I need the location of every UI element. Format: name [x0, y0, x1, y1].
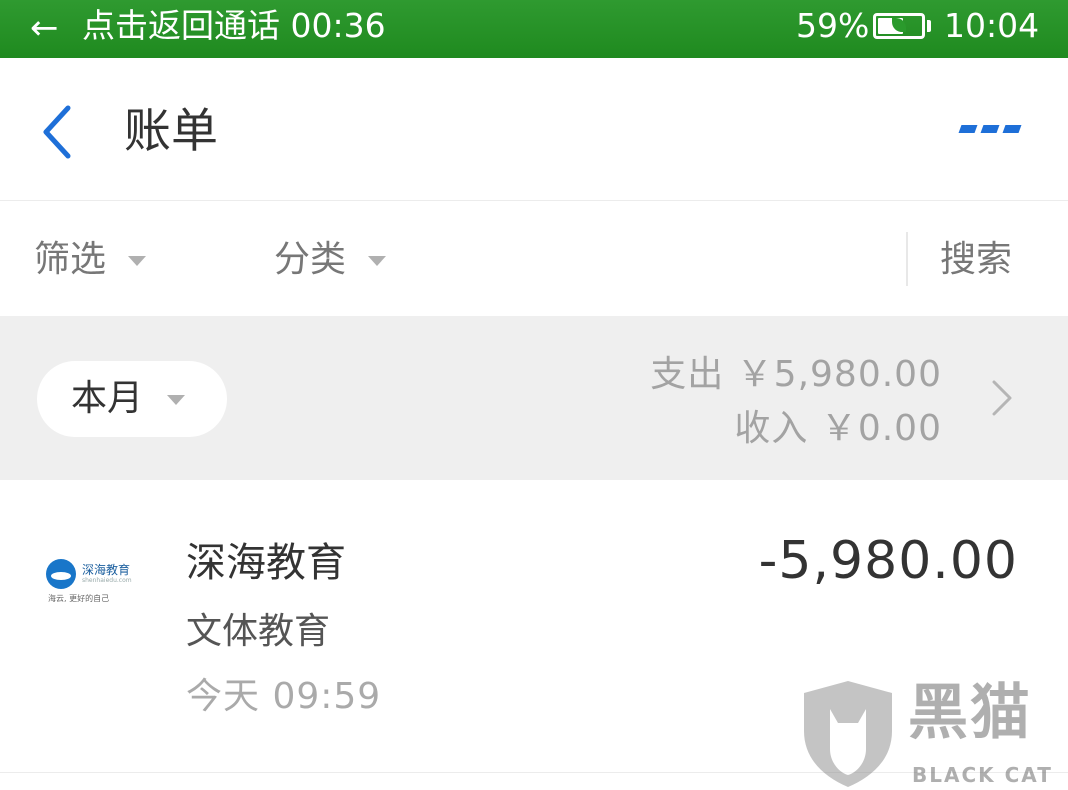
battery-icon	[873, 13, 925, 39]
filter-label: 筛选	[34, 239, 107, 280]
transaction-time: 今天 09:59	[186, 676, 382, 717]
filter-bar: 筛选 分类 搜索	[0, 202, 1068, 315]
wave-logo-icon	[46, 559, 76, 589]
summary-totals: 支出 ￥5,980.00 收入 ￥0.00	[650, 348, 942, 456]
watermark: 黑猫 BLACK CAT	[796, 675, 1068, 790]
transaction-amount: -5,980.00	[758, 531, 1018, 591]
status-bar: ← 点击返回通话 00:36 59% 10:04	[0, 0, 1068, 58]
month-selector[interactable]: 本月	[37, 361, 227, 437]
logo-name: 深海教育	[82, 563, 131, 577]
category-label: 分类	[274, 239, 347, 280]
watermark-cn: 黑猫	[908, 678, 1032, 748]
income-total: 收入 ￥0.00	[734, 408, 942, 449]
caret-down-icon	[368, 256, 387, 266]
chevron-left-icon[interactable]	[38, 104, 78, 160]
title-bar: 账单	[0, 58, 1068, 201]
month-summary: 本月 支出 ￥5,980.00 收入 ￥0.00	[0, 316, 1068, 480]
category-dropdown[interactable]: 分类	[274, 238, 387, 282]
arrow-left-icon[interactable]: ←	[30, 8, 59, 48]
caret-down-icon	[128, 256, 147, 266]
watermark-en: BLACK CAT	[912, 763, 1053, 787]
divider	[906, 232, 908, 286]
merchant-name: 深海教育	[186, 540, 346, 586]
transaction-category: 文体教育	[186, 611, 331, 652]
merchant-logo: 深海教育 shenhaiedu.com 海云, 更好的自己	[40, 553, 140, 613]
clock-time: 10:04	[944, 6, 1040, 45]
page-title: 账单	[124, 104, 218, 159]
expense-total: 支出 ￥5,980.00	[650, 354, 942, 395]
more-icon[interactable]	[956, 122, 1022, 138]
logo-tagline: 海云, 更好的自己	[48, 594, 110, 603]
logo-subtext: shenhaiedu.com	[82, 577, 132, 584]
month-label: 本月	[71, 378, 144, 419]
battery-tip	[927, 20, 931, 32]
chevron-right-icon[interactable]	[990, 378, 1014, 418]
battery-percent: 59%	[796, 6, 870, 45]
caret-down-icon	[167, 395, 186, 405]
return-to-call-text[interactable]: 点击返回通话 00:36	[82, 6, 386, 46]
search-button[interactable]: 搜索	[940, 238, 1012, 282]
cat-shield-icon	[804, 681, 892, 787]
filter-dropdown[interactable]: 筛选	[34, 238, 147, 282]
